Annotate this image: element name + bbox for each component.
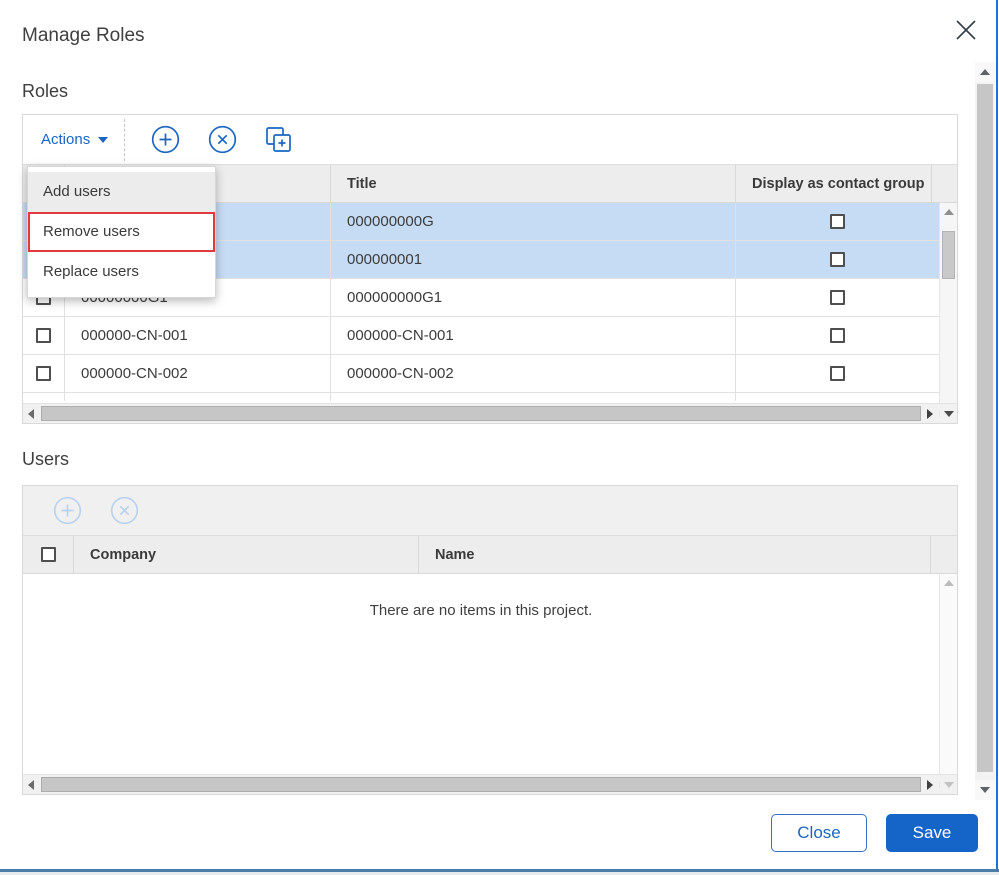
scroll-up-icon[interactable] (975, 62, 995, 82)
toolbar-separator (124, 118, 126, 161)
roles-section-label: Roles (22, 81, 69, 101)
users-table-header: Company Name (23, 536, 957, 574)
menu-item-add-users[interactable]: Add users (28, 172, 215, 212)
users-vertical-scrollbar[interactable] (939, 574, 957, 774)
scroll-left-icon[interactable] (23, 408, 39, 419)
scrollbar-track[interactable] (39, 404, 921, 423)
header-checkbox-cell (23, 536, 74, 573)
users-horizontal-scrollbar[interactable] (23, 774, 957, 794)
role-title-cell: 000000000G (331, 203, 736, 240)
header-display-as-contact-group: Display as contact group (736, 165, 932, 202)
page-vertical-scrollbar[interactable] (975, 62, 995, 800)
row-checkbox[interactable] (36, 366, 51, 381)
role-title-cell: 000000000G1 (331, 279, 736, 316)
save-button[interactable]: Save (886, 814, 978, 852)
display-as-contact-group-cell (736, 203, 939, 240)
scrollbar-thumb[interactable] (41, 406, 921, 421)
contact-group-checkbox[interactable] (830, 214, 845, 229)
add-circle-icon[interactable] (151, 125, 180, 154)
scroll-down-icon (939, 781, 957, 788)
scroll-down-icon[interactable] (939, 410, 957, 417)
duplicate-plus-icon[interactable] (265, 126, 292, 153)
select-all-checkbox[interactable] (40, 547, 56, 562)
users-section-label: Users (22, 449, 70, 469)
role-name-cell: 000000-CN-001 (65, 317, 331, 354)
header-title: Title (331, 165, 736, 202)
display-as-contact-group-cell (736, 355, 939, 392)
menu-item-remove-users[interactable]: Remove users (28, 212, 215, 252)
display-as-contact-group-cell (736, 279, 939, 316)
contact-group-checkbox[interactable] (830, 328, 845, 343)
actions-menu: Add users Remove users Replace users (27, 166, 216, 298)
role-name-cell: 000000-CN-002 (65, 355, 331, 392)
scroll-left-icon[interactable] (23, 779, 39, 790)
menu-item-replace-users[interactable]: Replace users (28, 252, 215, 292)
scrollbar-thumb[interactable] (942, 231, 955, 279)
users-table: Company Name There are no items in this … (22, 485, 958, 795)
role-title-cell: 000000-CN-002 (331, 355, 736, 392)
close-button[interactable]: Close (771, 814, 867, 852)
partial-row (23, 393, 939, 401)
header-filler (931, 536, 957, 573)
remove-circle-icon[interactable] (110, 496, 139, 525)
contact-group-checkbox[interactable] (830, 290, 845, 305)
table-row[interactable]: 000000-CN-002 000000-CN-002 (23, 355, 939, 393)
scroll-down-icon[interactable] (975, 780, 995, 800)
row-checkbox[interactable] (36, 328, 51, 343)
roles-toolbar: Actions (23, 115, 957, 165)
contact-group-checkbox[interactable] (830, 252, 845, 267)
header-name: Name (419, 536, 931, 573)
scroll-up-icon[interactable] (944, 209, 954, 215)
page-title: Manage Roles (22, 25, 145, 46)
close-icon[interactable] (952, 16, 980, 44)
actions-dropdown-button[interactable]: Actions (41, 131, 109, 148)
roles-horizontal-scrollbar[interactable] (23, 403, 957, 423)
scroll-right-icon[interactable] (921, 779, 939, 790)
scroll-up-icon[interactable] (944, 580, 954, 586)
roles-vertical-scrollbar[interactable] (939, 203, 957, 403)
display-as-contact-group-cell (736, 317, 939, 354)
role-title-cell: 000000-CN-001 (331, 317, 736, 354)
row-checkbox-cell (23, 317, 65, 354)
users-toolbar (23, 486, 957, 536)
table-row[interactable]: 000000-CN-001 000000-CN-001 (23, 317, 939, 355)
display-as-contact-group-cell (736, 241, 939, 278)
users-table-body: There are no items in this project. (23, 574, 957, 774)
header-company: Company (74, 536, 419, 573)
dialog-right-border (996, 0, 998, 875)
chevron-down-icon (98, 136, 109, 143)
scroll-right-icon[interactable] (921, 408, 939, 419)
dialog-footer: Close Save (771, 814, 978, 852)
scrollbar-thumb[interactable] (41, 777, 921, 792)
row-checkbox-cell (23, 355, 65, 392)
scrollbar-thumb[interactable] (977, 84, 993, 772)
header-filler (932, 165, 957, 202)
role-title-cell: 000000001 (331, 241, 736, 278)
empty-state-message: There are no items in this project. (369, 602, 593, 619)
scrollbar-track[interactable] (39, 775, 921, 794)
add-circle-icon[interactable] (53, 496, 82, 525)
actions-label: Actions (41, 131, 91, 148)
remove-circle-icon[interactable] (208, 125, 237, 154)
contact-group-checkbox[interactable] (830, 366, 845, 381)
